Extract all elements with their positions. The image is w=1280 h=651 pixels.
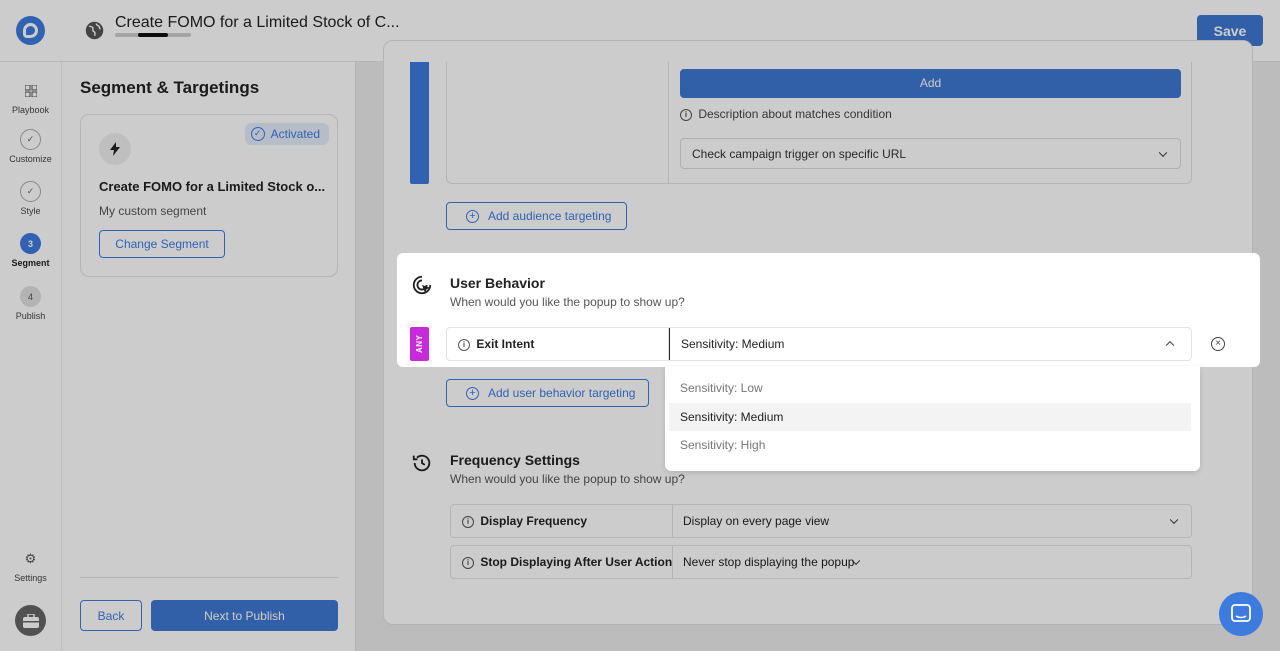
chevron-up-icon — [1165, 340, 1175, 350]
any-badge: ANY — [410, 327, 429, 361]
label-text: Exit Intent — [476, 337, 535, 351]
sensitivity-select[interactable]: Sensitivity: Medium — [669, 328, 1191, 360]
sensitivity-option[interactable]: Sensitivity: Low — [669, 374, 1191, 402]
info-icon: i — [458, 338, 470, 351]
user-behavior-title: User Behavior — [450, 275, 545, 291]
exit-intent-label: i Exit Intent — [458, 337, 534, 351]
select-value: Sensitivity: Medium — [681, 337, 785, 351]
remove-condition-icon[interactable]: × — [1211, 337, 1225, 351]
chat-launcher-icon[interactable] — [1219, 592, 1263, 636]
sensitivity-option[interactable]: Sensitivity: High — [669, 431, 1191, 459]
sensitivity-dropdown: Sensitivity: Low Sensitivity: Medium Sen… — [665, 366, 1200, 471]
cursor-click-icon — [412, 275, 432, 295]
sensitivity-option-selected[interactable]: Sensitivity: Medium — [669, 403, 1191, 431]
user-behavior-card: User Behavior When would you like the po… — [397, 253, 1260, 367]
user-behavior-subtitle: When would you like the popup to show up… — [450, 295, 685, 309]
